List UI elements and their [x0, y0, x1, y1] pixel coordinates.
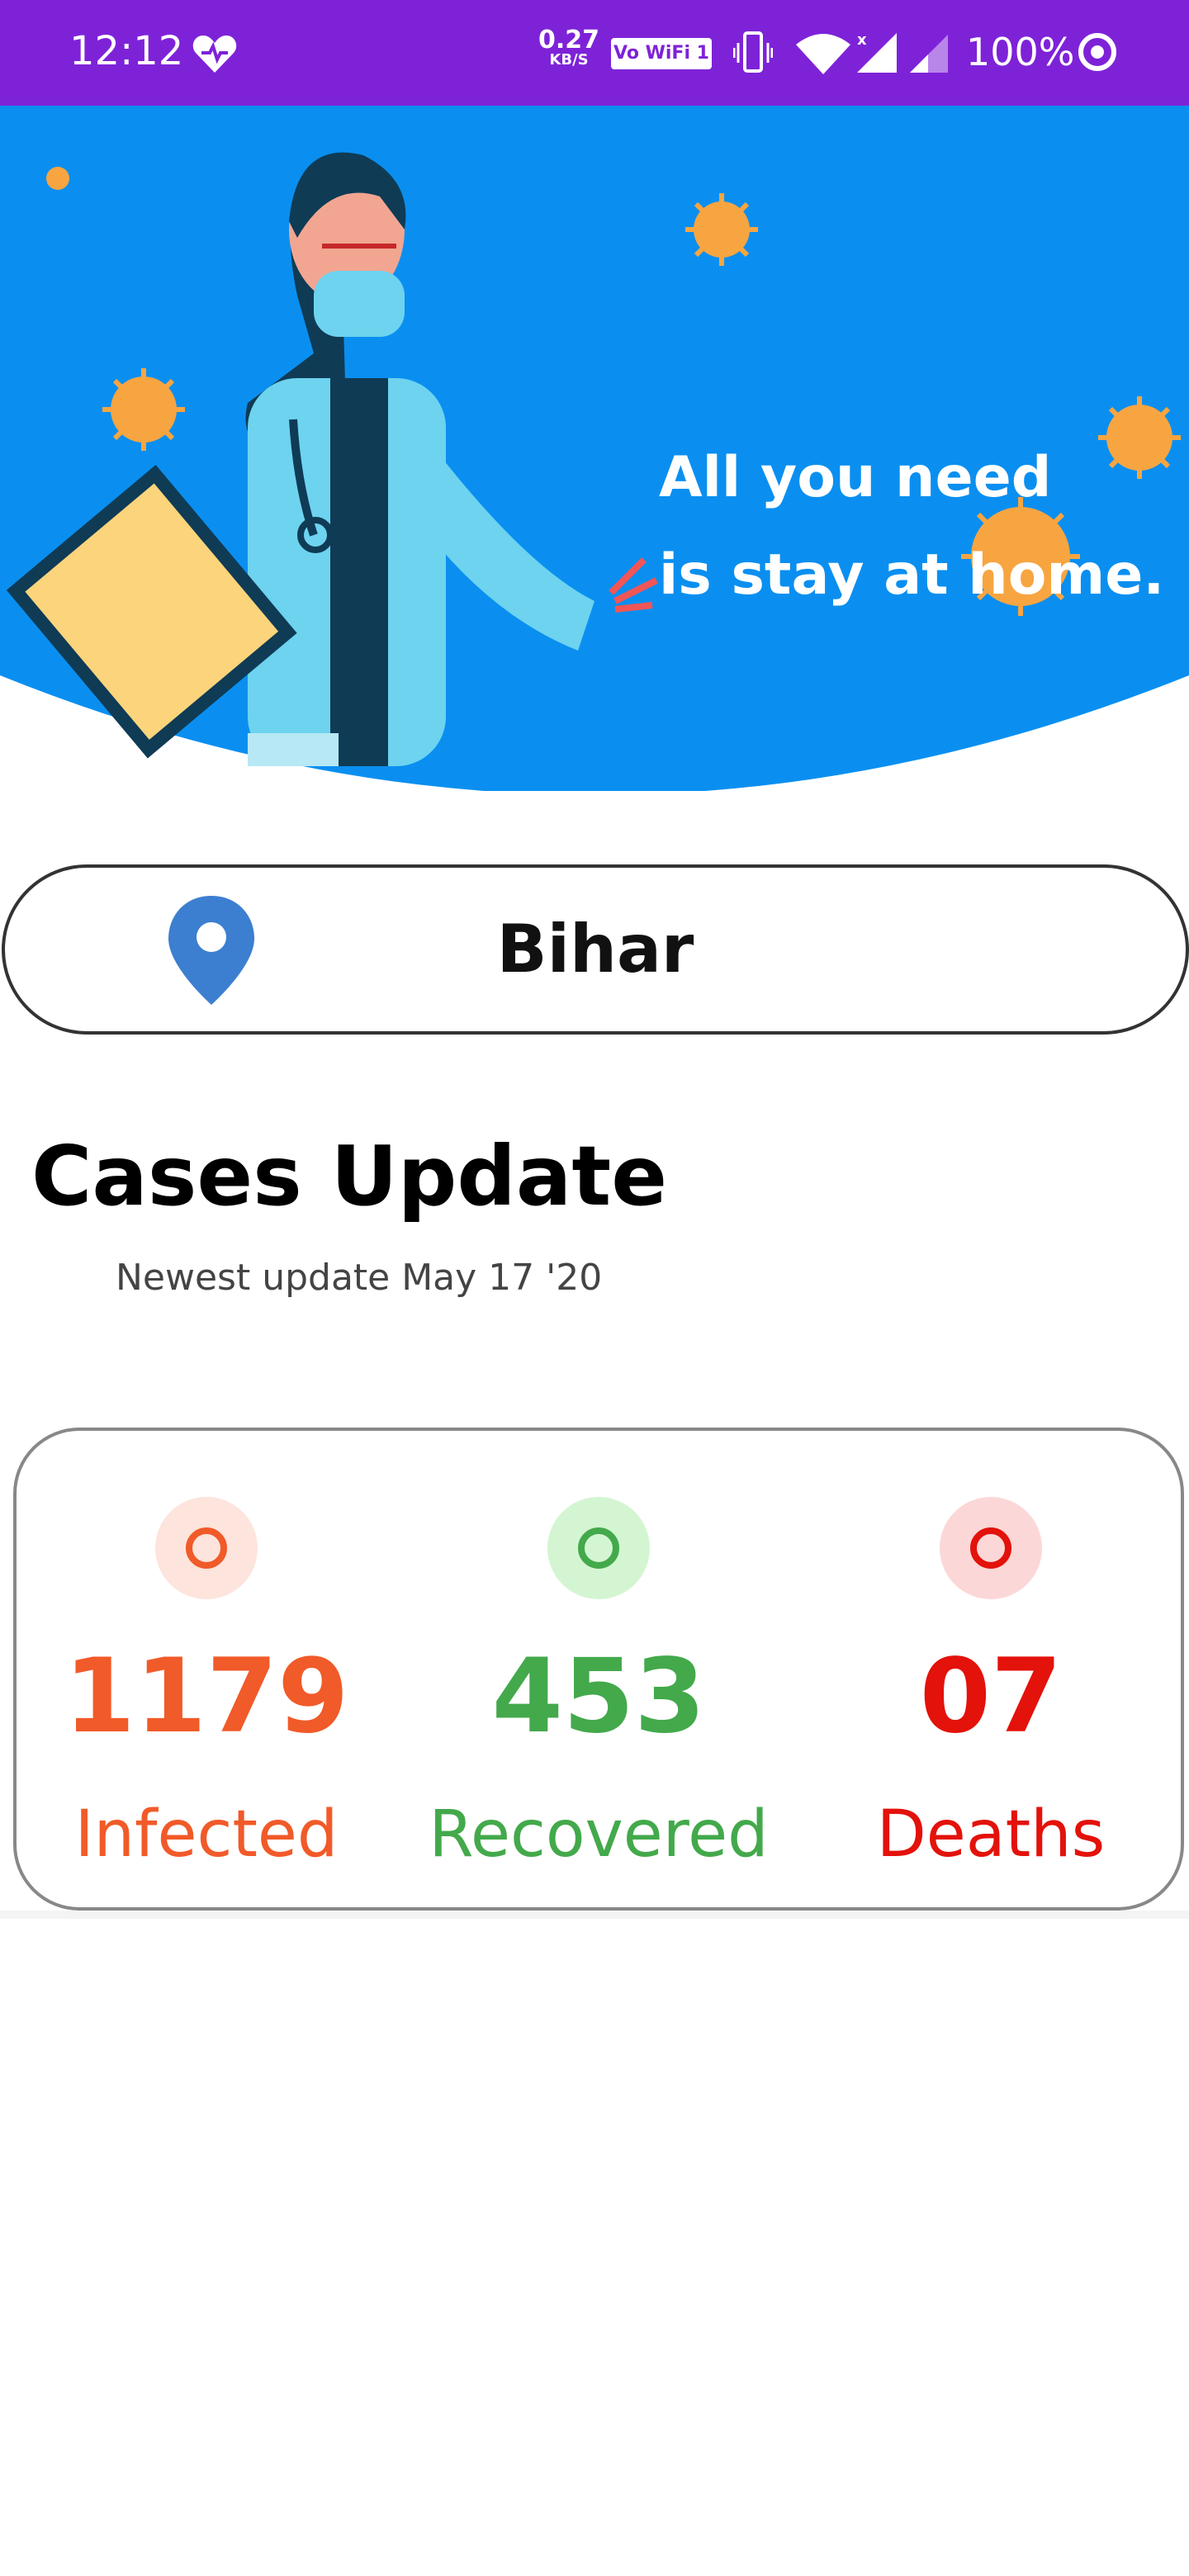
divider — [0, 1911, 1189, 1919]
svg-text:x: x — [857, 31, 867, 49]
stats-card: 1179 Infected 453 Recovered 07 Deaths — [13, 1428, 1184, 1911]
deaths-count: 07 — [919, 1637, 1063, 1756]
net-speed: 0.27 KB/S — [538, 26, 600, 69]
signal-icon: x — [857, 31, 897, 73]
recovered-count: 453 — [491, 1637, 706, 1756]
stat-deaths: 07 Deaths — [801, 1431, 1181, 1907]
stat-infected: 1179 Infected — [17, 1431, 396, 1907]
battery-ring-icon — [1078, 33, 1116, 71]
deaths-indicator-icon — [940, 1497, 1042, 1599]
recovered-indicator-icon — [547, 1497, 650, 1599]
infected-indicator-icon — [155, 1497, 258, 1599]
banner-tagline: All you need is stay at home. — [659, 445, 1165, 608]
status-time: 12:12 — [69, 28, 184, 74]
location-name: Bihar — [496, 911, 694, 987]
heart-icon — [192, 36, 237, 73]
infected-count: 1179 — [64, 1637, 349, 1756]
vowifi-badge: Vo WiFi 1 — [611, 38, 712, 69]
status-bar: 12:12 0.27 KB/S Vo WiFi 1 x 100% — [0, 0, 1189, 106]
vibrate-icon — [733, 31, 773, 73]
infected-label: Infected — [74, 1797, 339, 1872]
stat-recovered: 453 Recovered — [409, 1431, 789, 1907]
location-selector[interactable]: Bihar — [2, 864, 1189, 1035]
recovered-label: Recovered — [429, 1797, 769, 1872]
wifi-icon — [796, 34, 850, 74]
cases-update-title: Cases Update — [31, 1128, 668, 1224]
hero-banner: All you need is stay at home. — [0, 106, 1189, 791]
deaths-label: Deaths — [876, 1797, 1106, 1872]
signal-weak-icon — [910, 35, 948, 73]
battery-percent: 100% — [966, 30, 1075, 74]
cases-update-subtitle: Newest update May 17 '20 — [116, 1257, 603, 1299]
